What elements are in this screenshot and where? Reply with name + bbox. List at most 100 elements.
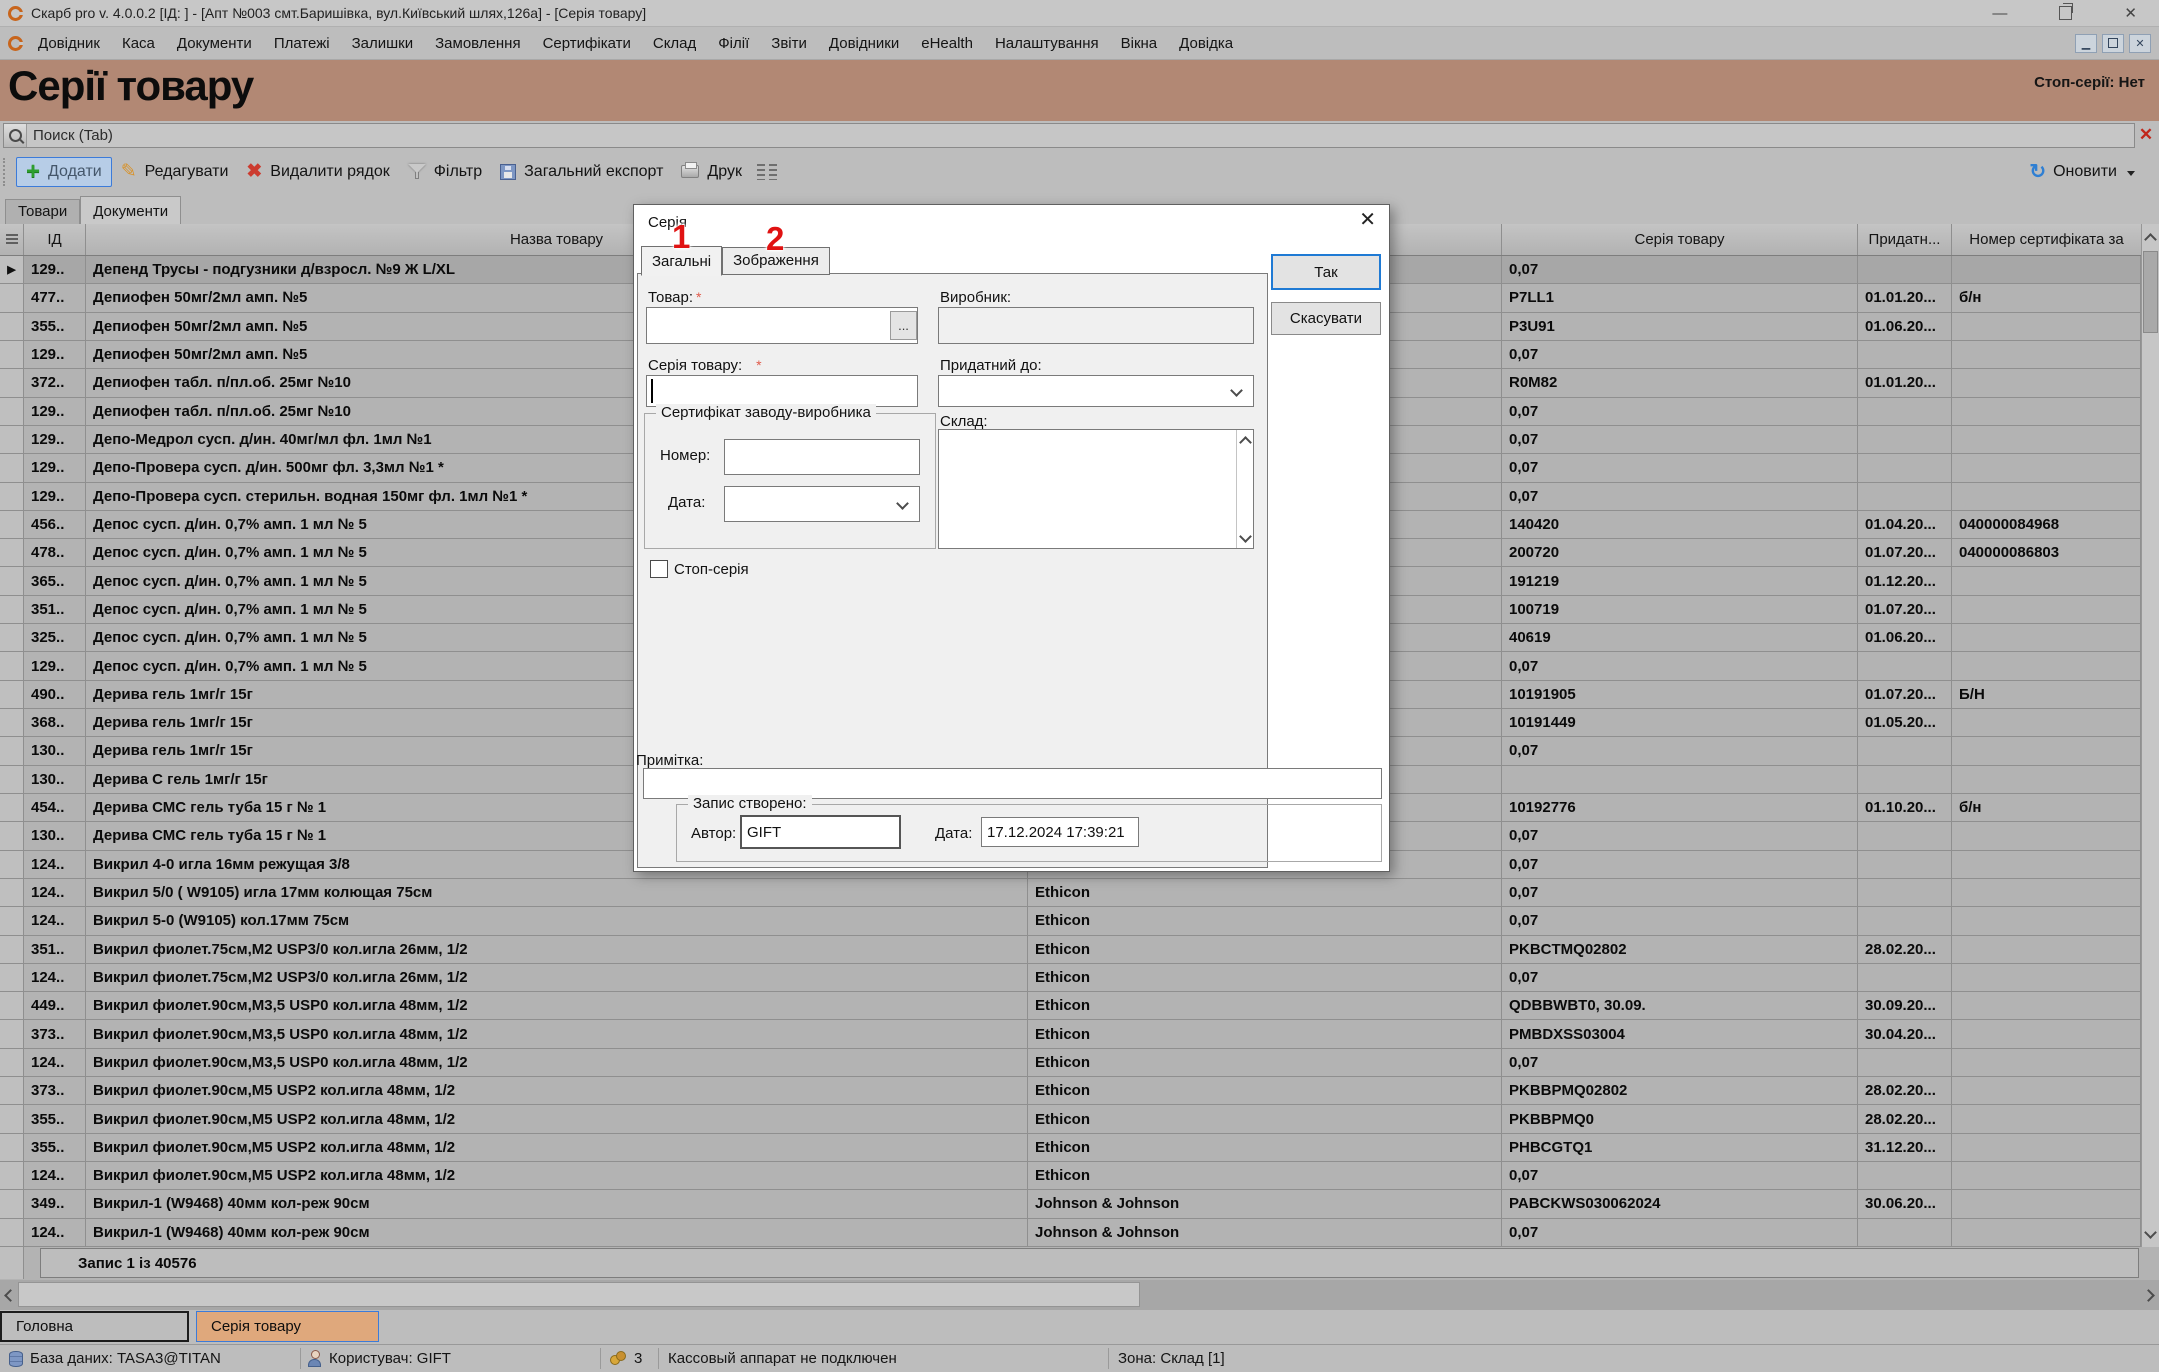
product-input[interactable] [646, 307, 918, 344]
menu-item[interactable]: eHealth [910, 35, 984, 52]
table-row[interactable]: 124.. Викрил фиолет.90см,М3,5 USP0 кол.и… [0, 1049, 2141, 1077]
warehouse-textarea[interactable] [938, 429, 1254, 549]
author-input[interactable]: GIFT [740, 815, 901, 849]
menu-item[interactable]: Платежі [263, 35, 341, 52]
cancel-button[interactable]: Скасувати [1271, 302, 1381, 335]
table-row[interactable]: 124.. Викрил фиолет.90см,М5 USP2 кол.игл… [0, 1162, 2141, 1190]
valid-until-combo[interactable] [938, 375, 1254, 407]
cell-certificate [1952, 907, 2141, 934]
row-marker-cell [0, 992, 24, 1019]
manufacturer-label: Виробник: [940, 289, 1011, 306]
cell-serial: 0,07 [1502, 1049, 1858, 1076]
column-header-certificate[interactable]: Номер сертифіката за [1952, 224, 2141, 255]
mdi-restore-button[interactable] [2102, 34, 2124, 53]
menu-item[interactable]: Довідник [27, 35, 111, 52]
search-input[interactable] [27, 126, 2134, 145]
delete-row-button[interactable]: ✖ Видалити рядок [237, 158, 398, 186]
menu-item[interactable]: Каса [111, 35, 166, 52]
tab-documents[interactable]: Документи [80, 196, 181, 224]
cell-id: 130.. [24, 822, 86, 849]
horizontal-scrollbar[interactable] [0, 1280, 2159, 1310]
column-header-expiry[interactable]: Придатн... [1858, 224, 1952, 255]
menu-item[interactable]: Замовлення [424, 35, 531, 52]
row-marker-cell [0, 1190, 24, 1217]
cert-date-combo[interactable] [724, 486, 920, 522]
ok-button[interactable]: Так [1271, 254, 1381, 290]
cell-certificate [1952, 964, 2141, 991]
cell-manufacturer: Ethicon [1028, 1049, 1502, 1076]
tab-products[interactable]: Товари [5, 199, 80, 224]
column-header-serial[interactable]: Серія товару [1502, 224, 1858, 255]
print-button[interactable]: Друк [672, 158, 751, 186]
table-row[interactable]: 449.. Викрил фиолет.90см,М3,5 USP0 кол.и… [0, 992, 2141, 1020]
cert-number-input[interactable] [724, 439, 920, 475]
table-row[interactable]: 355.. Викрил фиолет.90см,М5 USP2 кол.игл… [0, 1105, 2141, 1133]
vertical-scrollbar[interactable] [2141, 224, 2159, 1247]
menu-item[interactable]: Залишки [341, 35, 425, 52]
columns-icon[interactable] [757, 164, 779, 180]
edit-button[interactable]: ✎ Редагувати [112, 158, 238, 186]
table-row[interactable]: 373.. Викрил фиолет.90см,М5 USP2 кол.игл… [0, 1077, 2141, 1105]
chevron-down-icon[interactable] [1232, 385, 1241, 403]
stop-series-checkbox[interactable] [650, 560, 668, 578]
product-lookup-button[interactable]: ... [890, 311, 917, 340]
column-header-id[interactable]: ІД [24, 224, 86, 255]
serial-input[interactable] [646, 375, 918, 407]
cell-serial: PKBBPMQ02802 [1502, 1077, 1858, 1104]
cell-certificate: 040000084968 [1952, 511, 2141, 538]
minimize-button[interactable]: — [1992, 6, 2007, 21]
status-bar: База даних: TASA3@TITAN Користувач: GIFT… [0, 1344, 2159, 1372]
cell-expiry [1858, 851, 1952, 878]
created-date-label: Дата: [935, 825, 972, 842]
table-row[interactable]: 355.. Викрил фиолет.90см,М5 USP2 кол.игл… [0, 1134, 2141, 1162]
table-row[interactable]: 124.. Викрил 5/0 ( W9105) игла 17мм колю… [0, 879, 2141, 907]
table-row[interactable]: 351.. Викрил фиолет.75см,М2 USP3/0 кол.и… [0, 936, 2141, 964]
tab-home[interactable]: Головна [0, 1311, 189, 1342]
menu-item[interactable]: Документи [166, 35, 263, 52]
menu-item[interactable]: Склад [642, 35, 707, 52]
cell-name: Викрил фиолет.90см,М5 USP2 кол.игла 48мм… [86, 1162, 1028, 1189]
search-clear-icon[interactable]: ✕ [2136, 125, 2156, 145]
cell-id: 373.. [24, 1077, 86, 1104]
menu-item[interactable]: Звіти [760, 35, 818, 52]
close-button[interactable]: ✕ [2124, 6, 2137, 21]
scroll-right-icon[interactable] [2141, 1280, 2159, 1310]
row-marker-header[interactable] [0, 224, 24, 255]
scroll-up-icon[interactable] [1239, 436, 1252, 449]
menu-item[interactable]: Довідники [818, 35, 910, 52]
scroll-up-icon[interactable] [2142, 224, 2159, 250]
table-row[interactable]: 124.. Викрил-1 (W9468) 40мм кол-реж 90см… [0, 1219, 2141, 1247]
menu-item[interactable]: Сертифікати [532, 35, 642, 52]
tab-series[interactable]: Серія товару [196, 1311, 379, 1342]
scroll-left-icon[interactable] [0, 1280, 18, 1310]
menu-item[interactable]: Налаштування [984, 35, 1110, 52]
add-button[interactable]: + Додати [16, 157, 112, 187]
menu-item[interactable]: Філії [707, 35, 760, 52]
table-row[interactable]: 349.. Викрил-1 (W9468) 40мм кол-реж 90см… [0, 1190, 2141, 1218]
cell-expiry: 28.02.20... [1858, 936, 1952, 963]
chevron-down-icon[interactable] [898, 498, 907, 516]
scroll-down-icon[interactable] [2142, 1221, 2159, 1247]
textarea-scrollbar[interactable] [1236, 430, 1253, 548]
refresh-button[interactable]: ↻ Оновити [2029, 163, 2159, 181]
cell-id: 325.. [24, 624, 86, 651]
scroll-down-icon[interactable] [1239, 530, 1252, 543]
created-date-input[interactable]: 17.12.2024 17:39:21 [981, 817, 1139, 847]
cell-id: 129.. [24, 454, 86, 481]
menu-item[interactable]: Вікна [1110, 35, 1169, 52]
horizontal-scrollbar-thumb[interactable] [18, 1282, 1140, 1307]
export-button[interactable]: Загальний експорт [491, 158, 672, 186]
mdi-close-button[interactable]: ✕ [2129, 34, 2151, 53]
cell-id: 124.. [24, 1162, 86, 1189]
restore-button[interactable] [2059, 6, 2072, 20]
dialog-close-icon[interactable]: ✕ [1359, 210, 1376, 230]
search-field[interactable] [3, 123, 2135, 148]
filter-button[interactable]: Фільтр [399, 158, 491, 186]
vertical-scrollbar-thumb[interactable] [2143, 251, 2158, 333]
table-row[interactable]: 124.. Викрил 5-0 (W9105) кол.17мм 75см E… [0, 907, 2141, 935]
table-row[interactable]: 124.. Викрил фиолет.75см,М2 USP3/0 кол.и… [0, 964, 2141, 992]
menu-item[interactable]: Довідка [1168, 35, 1244, 52]
mdi-minimize-button[interactable]: ▁ [2075, 34, 2097, 53]
search-icon [4, 124, 27, 147]
table-row[interactable]: 373.. Викрил фиолет.90см,М3,5 USP0 кол.и… [0, 1020, 2141, 1048]
